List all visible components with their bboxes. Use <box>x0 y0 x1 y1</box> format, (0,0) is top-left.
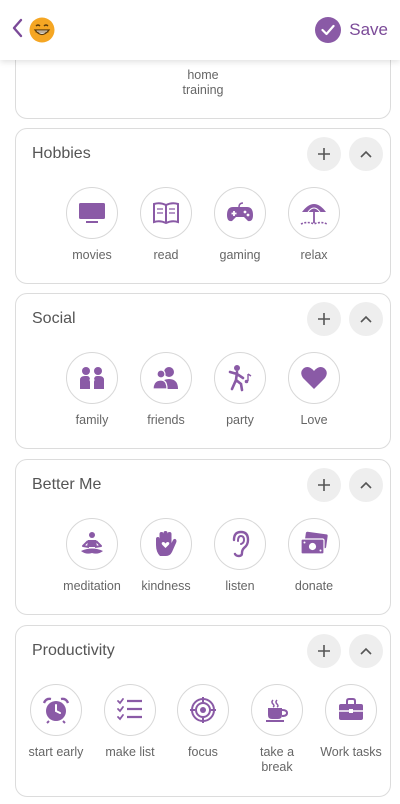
ear-icon <box>232 530 250 558</box>
item-label: Love <box>300 413 328 427</box>
plus-icon <box>318 148 330 160</box>
item-label: family <box>75 413 109 427</box>
activity-item-focus[interactable]: focus <box>164 684 242 760</box>
item-label: party <box>226 413 254 427</box>
item-label: focus <box>188 745 218 759</box>
coffee-cup-icon <box>266 699 289 722</box>
category-card-better-me: Better Me meditation kindness listen don… <box>15 459 391 615</box>
add-item-button[interactable] <box>307 634 341 668</box>
save-button[interactable]: Save <box>315 16 388 44</box>
activity-item-work-tasks[interactable]: Work tasks <box>312 684 390 760</box>
category-title: Hobbies <box>32 145 91 162</box>
grinning-face-icon[interactable] <box>29 17 55 43</box>
category-card-social: Social family friends party Love <box>15 293 391 449</box>
activity-item-party[interactable]: party <box>201 352 279 428</box>
collapse-button[interactable] <box>349 302 383 336</box>
activity-item-listen[interactable]: listen <box>201 518 279 594</box>
add-item-button[interactable] <box>307 302 341 336</box>
item-label: relax <box>300 248 328 262</box>
collapse-button[interactable] <box>349 468 383 502</box>
collapse-button[interactable] <box>349 137 383 171</box>
save-label: Save <box>349 20 388 39</box>
category-title: Productivity <box>32 642 115 659</box>
dancer-icon <box>228 365 252 392</box>
activity-item-friends[interactable]: friends <box>127 352 205 428</box>
activity-item-donate[interactable]: donate <box>275 518 353 594</box>
checklist-icon <box>117 698 142 721</box>
money-icon <box>300 531 328 555</box>
chevron-up-icon <box>360 150 372 158</box>
activity-item-family[interactable]: family <box>53 352 131 428</box>
beach-umbrella-icon <box>300 204 328 225</box>
category-title: Social <box>32 310 76 327</box>
activity-item-movies[interactable]: movies <box>53 187 131 263</box>
gamepad-icon <box>227 202 253 222</box>
top-bar: Save <box>0 0 400 60</box>
briefcase-icon <box>339 698 363 720</box>
category-card-productivity: Productivity start early make list focus… <box>15 625 391 797</box>
plus-icon <box>318 645 330 657</box>
activity-item-gaming[interactable]: gaming <box>201 187 279 263</box>
item-label: Work tasks <box>320 745 382 759</box>
chevron-up-icon <box>360 315 372 323</box>
friends-icon <box>152 367 178 390</box>
item-label: friends <box>147 413 185 427</box>
activity-item-make-list[interactable]: make list <box>91 684 169 760</box>
category-title: Better Me <box>32 476 102 493</box>
add-item-button[interactable] <box>307 137 341 171</box>
back-button[interactable] <box>10 17 30 41</box>
item-label: gaming <box>219 248 261 262</box>
activity-item-take-a-break[interactable]: take a break <box>238 684 316 775</box>
chevron-up-icon <box>360 481 372 489</box>
heart-icon <box>301 367 327 389</box>
item-label: listen <box>225 579 255 593</box>
item-label: take a break <box>259 745 295 774</box>
item-label: meditation <box>63 579 121 593</box>
item-label: read <box>153 248 179 262</box>
tv-icon <box>79 203 105 223</box>
family-icon <box>80 367 104 389</box>
activity-item-start-early[interactable]: start early <box>17 684 95 760</box>
activity-item-read[interactable]: read <box>127 187 205 263</box>
plus-icon <box>318 313 330 325</box>
category-card-hobbies: Hobbies movies read gaming relax <box>15 128 391 284</box>
item-label: kindness <box>141 579 191 593</box>
item-label: make list <box>105 745 155 759</box>
add-item-button[interactable] <box>307 468 341 502</box>
home-training-item[interactable]: home training <box>16 68 390 98</box>
item-label-line2: training <box>182 83 224 97</box>
hand-heart-icon <box>156 531 177 556</box>
activity-item-kindness[interactable]: kindness <box>127 518 205 594</box>
meditation-icon <box>81 532 103 554</box>
activity-item-relax[interactable]: relax <box>275 187 353 263</box>
chevron-left-icon <box>12 18 23 38</box>
alarm-clock-icon <box>42 697 70 724</box>
item-label: start early <box>28 745 84 759</box>
target-icon <box>190 697 216 723</box>
item-label: donate <box>294 579 334 593</box>
activity-item-meditation[interactable]: meditation <box>53 518 131 594</box>
item-label-line1: home <box>187 68 219 82</box>
book-icon <box>153 202 179 225</box>
check-icon <box>315 17 342 43</box>
activity-item-love[interactable]: Love <box>275 352 353 428</box>
item-label: movies <box>72 248 112 262</box>
collapse-button[interactable] <box>349 634 383 668</box>
chevron-up-icon <box>360 647 372 655</box>
plus-icon <box>318 479 330 491</box>
